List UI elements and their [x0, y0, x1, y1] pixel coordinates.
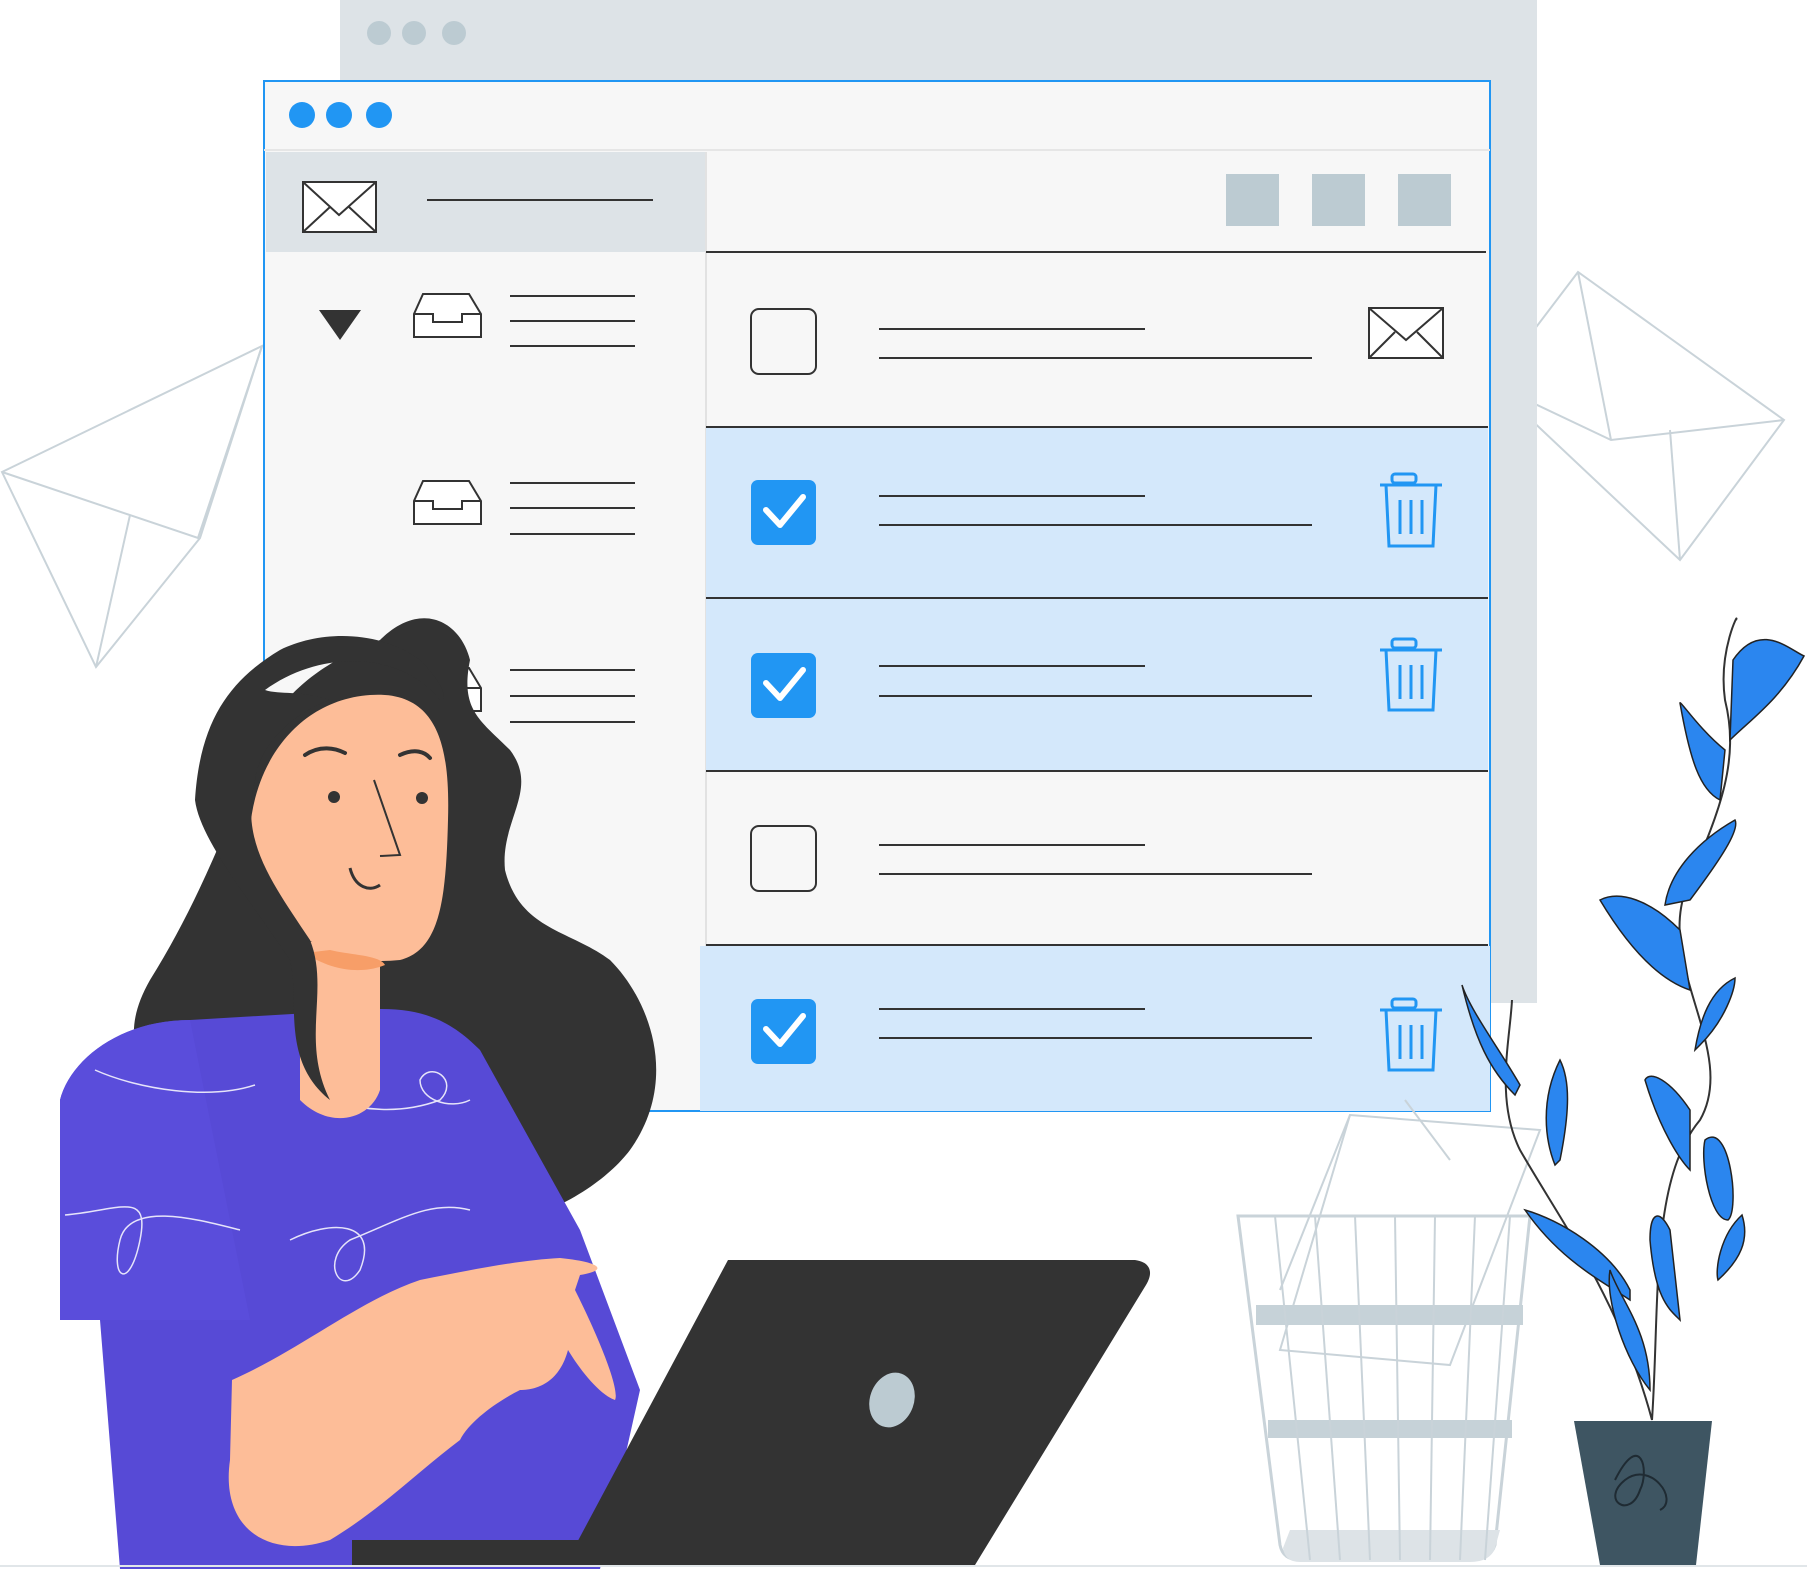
mail-list [700, 307, 1490, 1111]
toolbar-button-3[interactable] [1398, 174, 1451, 226]
back-window-dot-3 [442, 21, 466, 45]
mail-row-5[interactable] [700, 946, 1490, 1111]
window-minimize-dot[interactable] [326, 102, 352, 128]
plant-pot [1574, 1421, 1712, 1565]
row-checkbox-checked[interactable] [751, 999, 816, 1064]
floating-envelope-left [0, 344, 264, 669]
envelope-icon[interactable] [1368, 307, 1444, 359]
window-close-dot[interactable] [289, 102, 315, 128]
window-maximize-dot[interactable] [366, 102, 392, 128]
back-window-dot-2 [402, 21, 426, 45]
back-window-dot-1 [367, 21, 391, 45]
toolbar-button-1[interactable] [1226, 174, 1279, 226]
row-checkbox[interactable] [750, 308, 817, 375]
envelope-icon [302, 181, 377, 233]
inbox-tray-icon [413, 480, 482, 525]
row-checkbox-checked[interactable] [751, 653, 816, 718]
mail-row-2[interactable] [706, 428, 1488, 599]
mail-row-3[interactable] [706, 599, 1488, 772]
row-checkbox[interactable] [750, 825, 817, 892]
row-checkbox-checked[interactable] [751, 480, 816, 545]
inbox-tray-icon [413, 293, 482, 338]
email-cleanup-illustration [0, 0, 1807, 1569]
discarded-envelope [1278, 1099, 1542, 1367]
toolbar-button-2[interactable] [1312, 174, 1365, 226]
